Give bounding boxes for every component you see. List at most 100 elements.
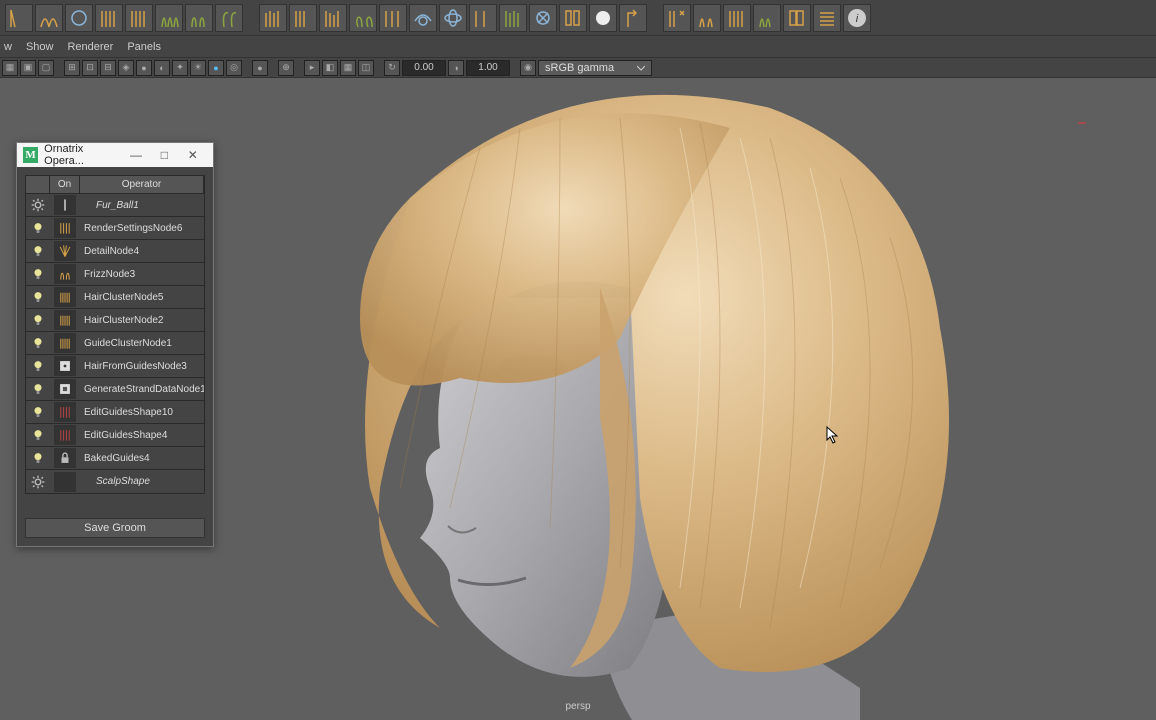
shelf-tool[interactable] — [259, 4, 287, 32]
panel-tool[interactable]: ▦ — [340, 60, 356, 76]
panel-tool[interactable]: ◎ — [226, 60, 242, 76]
window-titlebar[interactable]: M Ornatrix Opera... — □ ✕ — [17, 143, 213, 167]
operator-row[interactable]: HairClusterNode5 — [26, 286, 204, 309]
panel-tool[interactable]: ↻ — [384, 60, 400, 76]
operator-row[interactable]: GenerateStrandDataNode1 — [26, 378, 204, 401]
panel-tool[interactable]: ⊡ — [82, 60, 98, 76]
lightbulb-icon[interactable] — [26, 290, 50, 304]
panel-tool[interactable]: ● — [208, 60, 224, 76]
operator-icon[interactable] — [50, 241, 80, 261]
panel-tool[interactable]: ◑ — [448, 60, 464, 76]
save-groom-button[interactable]: Save Groom — [25, 518, 205, 538]
shelf-tool[interactable] — [589, 4, 617, 32]
panel-tool[interactable]: ⊟ — [100, 60, 116, 76]
exposure-field[interactable]: 0.00 — [402, 60, 446, 76]
panel-tool[interactable]: ⊞ — [64, 60, 80, 76]
operator-icon[interactable] — [50, 218, 80, 238]
operator-icon[interactable] — [50, 264, 80, 284]
operator-icon[interactable] — [50, 448, 80, 468]
operator-row[interactable]: EditGuidesShape4 — [26, 424, 204, 447]
shelf-tool[interactable] — [349, 4, 377, 32]
shelf-tool[interactable] — [439, 4, 467, 32]
operator-row[interactable]: HairClusterNode2 — [26, 309, 204, 332]
panel-tool[interactable]: ▦ — [2, 60, 18, 76]
shelf-tool[interactable] — [125, 4, 153, 32]
shelf-tool[interactable] — [753, 4, 781, 32]
menu-item[interactable]: w — [4, 41, 12, 53]
shelf-tool[interactable] — [379, 4, 407, 32]
operator-row[interactable]: ScalpShape — [26, 470, 204, 493]
gamma-field[interactable]: 1.00 — [466, 60, 510, 76]
operator-icon[interactable] — [50, 195, 80, 215]
operator-stack-window[interactable]: M Ornatrix Opera... — □ ✕ On Operator Fu… — [16, 142, 214, 547]
panel-tool[interactable]: ◫ — [358, 60, 374, 76]
shelf-tool[interactable] — [155, 4, 183, 32]
lightbulb-icon[interactable] — [26, 336, 50, 350]
lightbulb-icon[interactable] — [26, 267, 50, 281]
shelf-tool[interactable] — [693, 4, 721, 32]
shelf-tool[interactable] — [469, 4, 497, 32]
shelf-tool[interactable] — [319, 4, 347, 32]
shelf-tool[interactable] — [215, 4, 243, 32]
minimize-button[interactable]: — — [122, 145, 150, 165]
lightbulb-icon[interactable] — [26, 313, 50, 327]
panel-tool[interactable]: ◐ — [154, 60, 170, 76]
operator-icon[interactable] — [50, 379, 80, 399]
operator-icon[interactable] — [50, 472, 80, 492]
lightbulb-icon[interactable] — [26, 451, 50, 465]
header-operator[interactable]: Operator — [80, 176, 204, 193]
shelf-tool[interactable] — [529, 4, 557, 32]
operator-icon[interactable] — [50, 402, 80, 422]
operator-row[interactable]: FrizzNode3 — [26, 263, 204, 286]
gear-icon[interactable] — [26, 475, 50, 489]
shelf-tool[interactable] — [95, 4, 123, 32]
operator-icon[interactable] — [50, 310, 80, 330]
lightbulb-icon[interactable] — [26, 244, 50, 258]
lightbulb-icon[interactable] — [26, 382, 50, 396]
color-mgmt-toggle[interactable]: ◉ — [520, 60, 536, 76]
header-on[interactable]: On — [50, 176, 80, 193]
shelf-tool[interactable] — [185, 4, 213, 32]
gear-icon[interactable] — [26, 198, 50, 212]
menu-item-show[interactable]: Show — [26, 41, 54, 53]
shelf-tool[interactable] — [5, 4, 33, 32]
panel-tool[interactable]: ◧ — [322, 60, 338, 76]
shelf-tool[interactable] — [619, 4, 647, 32]
shelf-tool[interactable] — [409, 4, 437, 32]
shelf-tool[interactable] — [289, 4, 317, 32]
menu-item-panels[interactable]: Panels — [127, 41, 161, 53]
color-mgmt-dropdown[interactable]: sRGB gamma — [538, 60, 652, 76]
operator-row[interactable]: Fur_Ball1 — [26, 194, 204, 217]
operator-row[interactable]: EditGuidesShape10 — [26, 401, 204, 424]
operator-row[interactable]: HairFromGuidesNode3 — [26, 355, 204, 378]
operator-icon[interactable] — [50, 425, 80, 445]
panel-tool[interactable]: ⊕ — [278, 60, 294, 76]
close-button[interactable]: ✕ — [179, 145, 207, 165]
operator-row[interactable]: RenderSettingsNode6 — [26, 217, 204, 240]
panel-tool[interactable]: ◈ — [118, 60, 134, 76]
shelf-tool[interactable] — [65, 4, 93, 32]
shelf-tool[interactable] — [813, 4, 841, 32]
shelf-tool[interactable] — [663, 4, 691, 32]
shelf-tool[interactable] — [783, 4, 811, 32]
operator-row[interactable]: DetailNode4 — [26, 240, 204, 263]
lightbulb-icon[interactable] — [26, 405, 50, 419]
shelf-tool[interactable]: i — [843, 4, 871, 32]
shelf-tool[interactable] — [35, 4, 63, 32]
lightbulb-icon[interactable] — [26, 359, 50, 373]
operator-row[interactable]: GuideClusterNode1 — [26, 332, 204, 355]
lightbulb-icon[interactable] — [26, 221, 50, 235]
panel-tool[interactable]: ● — [136, 60, 152, 76]
panel-tool[interactable]: ▣ — [20, 60, 36, 76]
operator-icon[interactable] — [50, 333, 80, 353]
panel-tool[interactable]: ✦ — [172, 60, 188, 76]
menu-item-renderer[interactable]: Renderer — [67, 41, 113, 53]
operator-icon[interactable] — [50, 287, 80, 307]
panel-tool[interactable]: ▸ — [304, 60, 320, 76]
shelf-tool[interactable] — [499, 4, 527, 32]
panel-tool[interactable]: ☀ — [190, 60, 206, 76]
panel-tool[interactable]: ● — [252, 60, 268, 76]
shelf-tool[interactable] — [723, 4, 751, 32]
maximize-button[interactable]: □ — [150, 145, 178, 165]
operator-icon[interactable] — [50, 356, 80, 376]
